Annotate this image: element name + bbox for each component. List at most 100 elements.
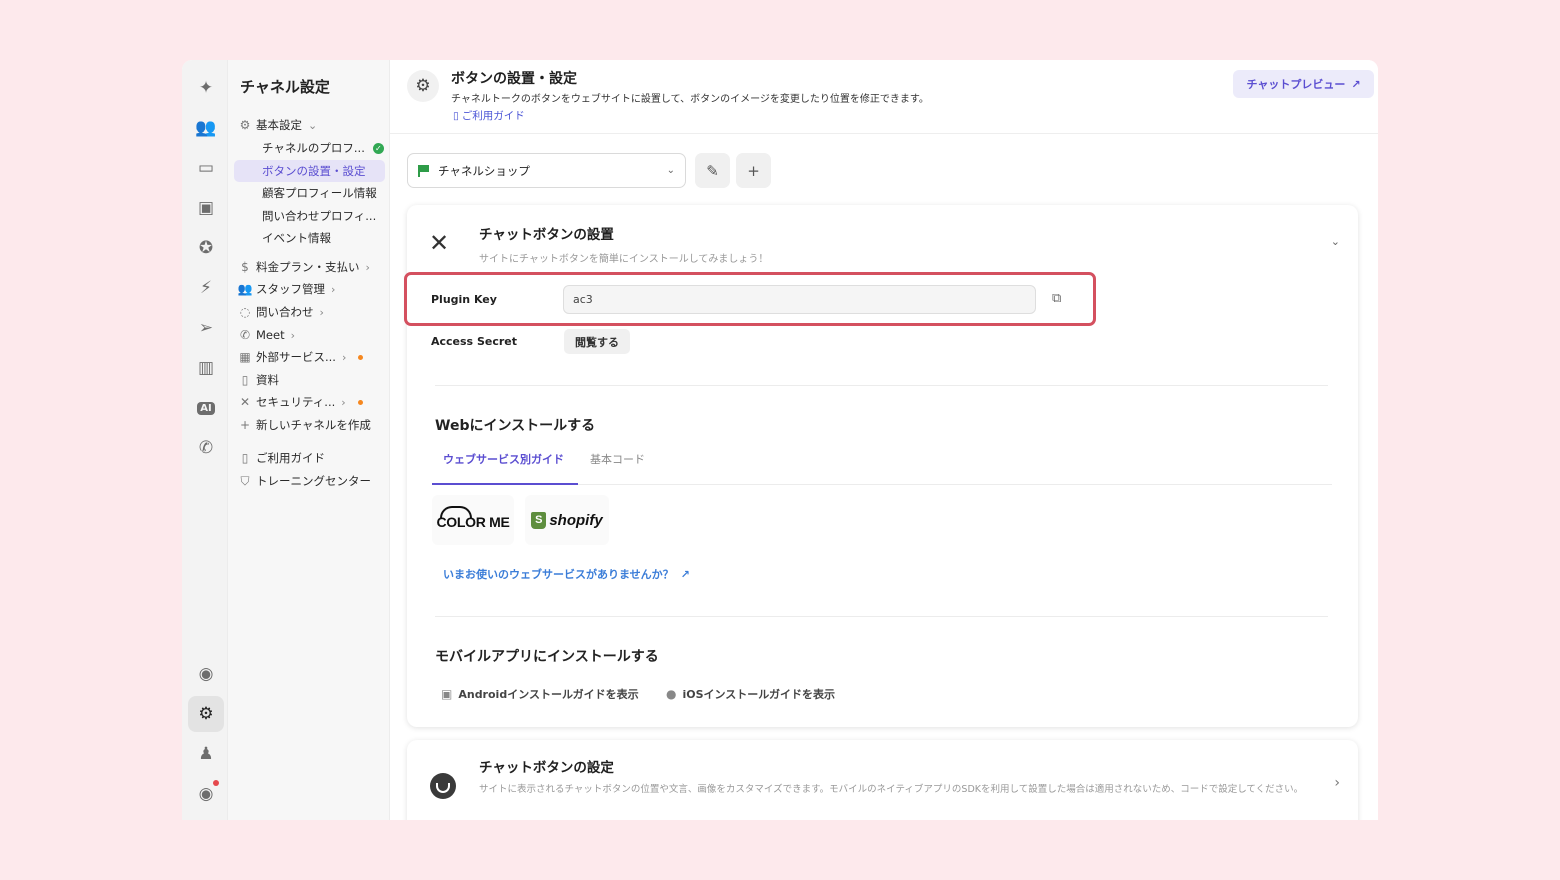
external-link-icon: ↗ [1351,77,1361,91]
sidebar-item-button-setup[interactable]: ボタンの設置・設定 [234,160,385,182]
sidebar-item-label: 顧客プロフィール情報 [262,186,377,200]
sidebar-item-event-info[interactable]: イベント情報 [234,227,385,249]
chevron-down-icon: ⌄ [666,165,675,176]
app-window: ✦ 👥 ▭ ▣ ✪ ⚡ ➢ ▥ AI ✆ ◉ ⚙ ♟ ◉ チャネル設定 ⚙ 基本… [182,60,1378,820]
sidebar-item-create-channel[interactable]: + 新しいチャネルを作成 [234,414,385,436]
sidebar-item-label: 資料 [256,373,279,387]
sidebar-item-label: スタッフ管理 [256,282,325,296]
colorme-service-card[interactable]: COLOR ME [432,495,514,545]
sidebar-item-label: 新しいチャネルを作成 [256,418,371,432]
bolt-icon[interactable]: ⚡ [188,270,224,306]
card-title: チャットボタンの設置 [479,227,614,243]
sidebar-item-meet[interactable]: ✆ Meet › [234,324,385,346]
card-subtitle: サイトにチャットボタンを簡単にインストールしてみましょう！ [479,254,769,265]
sidebar-item-inquiries[interactable]: ◌ 問い合わせ › [234,301,385,323]
page-title: ボタンの設置・設定 [451,71,577,87]
sidebar-item-label: ボタンの設置・設定 [262,164,366,178]
plugin-key-field[interactable]: ac3 [563,285,1036,314]
user-guide-link[interactable]: ▯ ご利用ガイド [453,108,525,123]
channel-select-value: チャネルショップ [438,163,530,178]
add-channel-button[interactable]: + [736,153,771,188]
sidebar-item-user-guide[interactable]: ▯ ご利用ガイド [234,447,385,469]
tab-service-guide[interactable]: ウェブサービス別ガイド [443,451,564,467]
icon-rail: ✦ 👥 ▭ ▣ ✪ ⚡ ➢ ▥ AI ✆ ◉ ⚙ ♟ ◉ [182,60,228,820]
android-icon: ▣ [441,687,453,701]
missing-service-label: いまお使いのウェブサービスがありませんか？ [443,568,674,581]
sidebar-item-label: 問い合わせプロフィ... [262,209,377,223]
ios-guide-link[interactable]: ● iOSインストールガイドを表示 [666,686,835,702]
sidebar-title: チャネル設定 [240,78,330,96]
card-title: チャットボタンの設定 [479,760,614,776]
users-icon[interactable]: 👥 [188,110,224,146]
tools-icon: ✕ [239,395,251,409]
settings-sidebar: チャネル設定 ⚙ 基本設定 ⌄ チャネルのプロフ... ✓ ボタンの設置・設定 … [228,60,390,820]
sidebar-item-documents[interactable]: ▯ 資料 [234,369,385,391]
missing-service-link[interactable]: いまお使いのウェブサービスがありませんか？ ↗ [443,566,690,582]
send-icon[interactable]: ➢ [188,310,224,346]
sidebar-item-channel-profile[interactable]: チャネルのプロフ... ✓ [234,137,385,159]
sidebar-item-inquiry-profile[interactable]: 問い合わせプロフィ... [234,205,385,227]
plugin-key-value: ac3 [573,293,593,306]
chat-icon[interactable]: ◉ [188,656,224,692]
plus-icon: + [747,161,760,180]
chat-button-settings-card[interactable]: チャットボタンの設定 サイトに表示されるチャットボタンの位置や文言、画像をカスタ… [407,740,1358,820]
check-circle-icon: ✓ [372,142,384,154]
edit-channel-button[interactable]: ✎ [695,153,730,188]
alert-dot [358,354,364,360]
book-icon: ▯ [241,451,249,465]
sidebar-item-label: 料金プラン・支払い [256,260,360,274]
collapse-chevron-icon[interactable]: ⌄ [1331,235,1340,248]
card-description: サイトに表示されるチャットボタンの位置や文言、画像をカスタマイズできます。モバイ… [479,784,1304,795]
chat-preview-button[interactable]: チャットプレビュー ↗ [1233,70,1374,98]
sidebar-item-customer-profile[interactable]: 顧客プロフィール情報 [234,182,385,204]
divider [435,616,1328,617]
tools-icon: ✕ [429,229,450,257]
view-secret-button[interactable]: 閲覧する [564,329,630,354]
sidebar-item-security[interactable]: ✕ セキュリティ... › [234,391,385,413]
settings-icon[interactable]: ⚙ [188,696,224,732]
shopify-service-card[interactable]: S shopify [525,495,609,545]
sidebar-item-label: イベント情報 [262,231,331,245]
chat-button-install-card: ✕ チャットボタンの設置 サイトにチャットボタンを簡単にインストールしてみましょ… [404,205,1358,727]
gear-icon: ⚙ [239,118,251,132]
copy-icon[interactable]: ⧉ [1052,291,1061,306]
contact-card-icon[interactable]: ▣ [188,190,224,226]
inbox-icon[interactable]: ▭ [188,150,224,186]
ai-icon[interactable]: AI [188,390,224,426]
user-guide-label: ご利用ガイド [461,110,525,122]
book-icon: ▯ [453,109,459,122]
grid-icon: ▦ [239,350,251,364]
user-avatar-icon[interactable]: ♟ [188,736,224,772]
plugin-key-label: Plugin Key [431,293,497,306]
alert-dot [357,399,363,405]
sidebar-item-label: チャネルのプロフ... [262,141,365,155]
book-icon[interactable]: ▥ [188,350,224,386]
shopify-bag-icon: S [531,511,547,529]
sidebar-item-basic-settings[interactable]: ⚙ 基本設定 ⌄ [234,114,385,136]
chevron-down-icon: ⌄ [308,118,318,132]
sidebar-item-external-services[interactable]: ▦ 外部サービス... › [234,346,385,368]
sidebar-item-label: 外部サービス... [256,350,336,364]
mobile-install-title: モバイルアプリにインストールする [435,649,659,665]
tab-basic-code[interactable]: 基本コード [590,451,645,467]
channel-talk-glyph: ◉ [198,784,214,804]
shopify-logo: S shopify [531,511,603,529]
channel-select[interactable]: チャネルショップ ⌄ [407,153,686,188]
android-guide-label: Androidインストールガイドを表示 [458,688,639,701]
channel-talk-icon[interactable]: ◉ [188,776,224,812]
plus-icon: + [239,418,251,432]
graduation-cap-icon: ⛉ [240,473,250,488]
external-link-icon: ↗ [680,567,690,581]
sidebar-item-billing[interactable]: $ 料金プラン・支払い › [234,256,385,278]
shopify-wordmark: shopify [549,511,603,529]
colorme-logo: COLOR ME [436,506,510,530]
sidebar-item-label: Meet [256,328,285,342]
phone-icon[interactable]: ✆ [188,430,224,466]
page-header: ⚙ ボタンの設置・設定 チャネルトークのボタンをウェブサイトに設置して、ボタンの… [390,60,1378,134]
badge-check-icon[interactable]: ✪ [188,230,224,266]
sidebar-item-staff[interactable]: 👥 スタッフ管理 › [234,278,385,300]
sparkle-icon[interactable]: ✦ [188,70,224,106]
sidebar-item-training-center[interactable]: ⛉ トレーニングセンター [234,470,385,492]
phone-icon: ✆ [239,328,251,342]
android-guide-link[interactable]: ▣ Androidインストールガイドを表示 [441,686,639,702]
